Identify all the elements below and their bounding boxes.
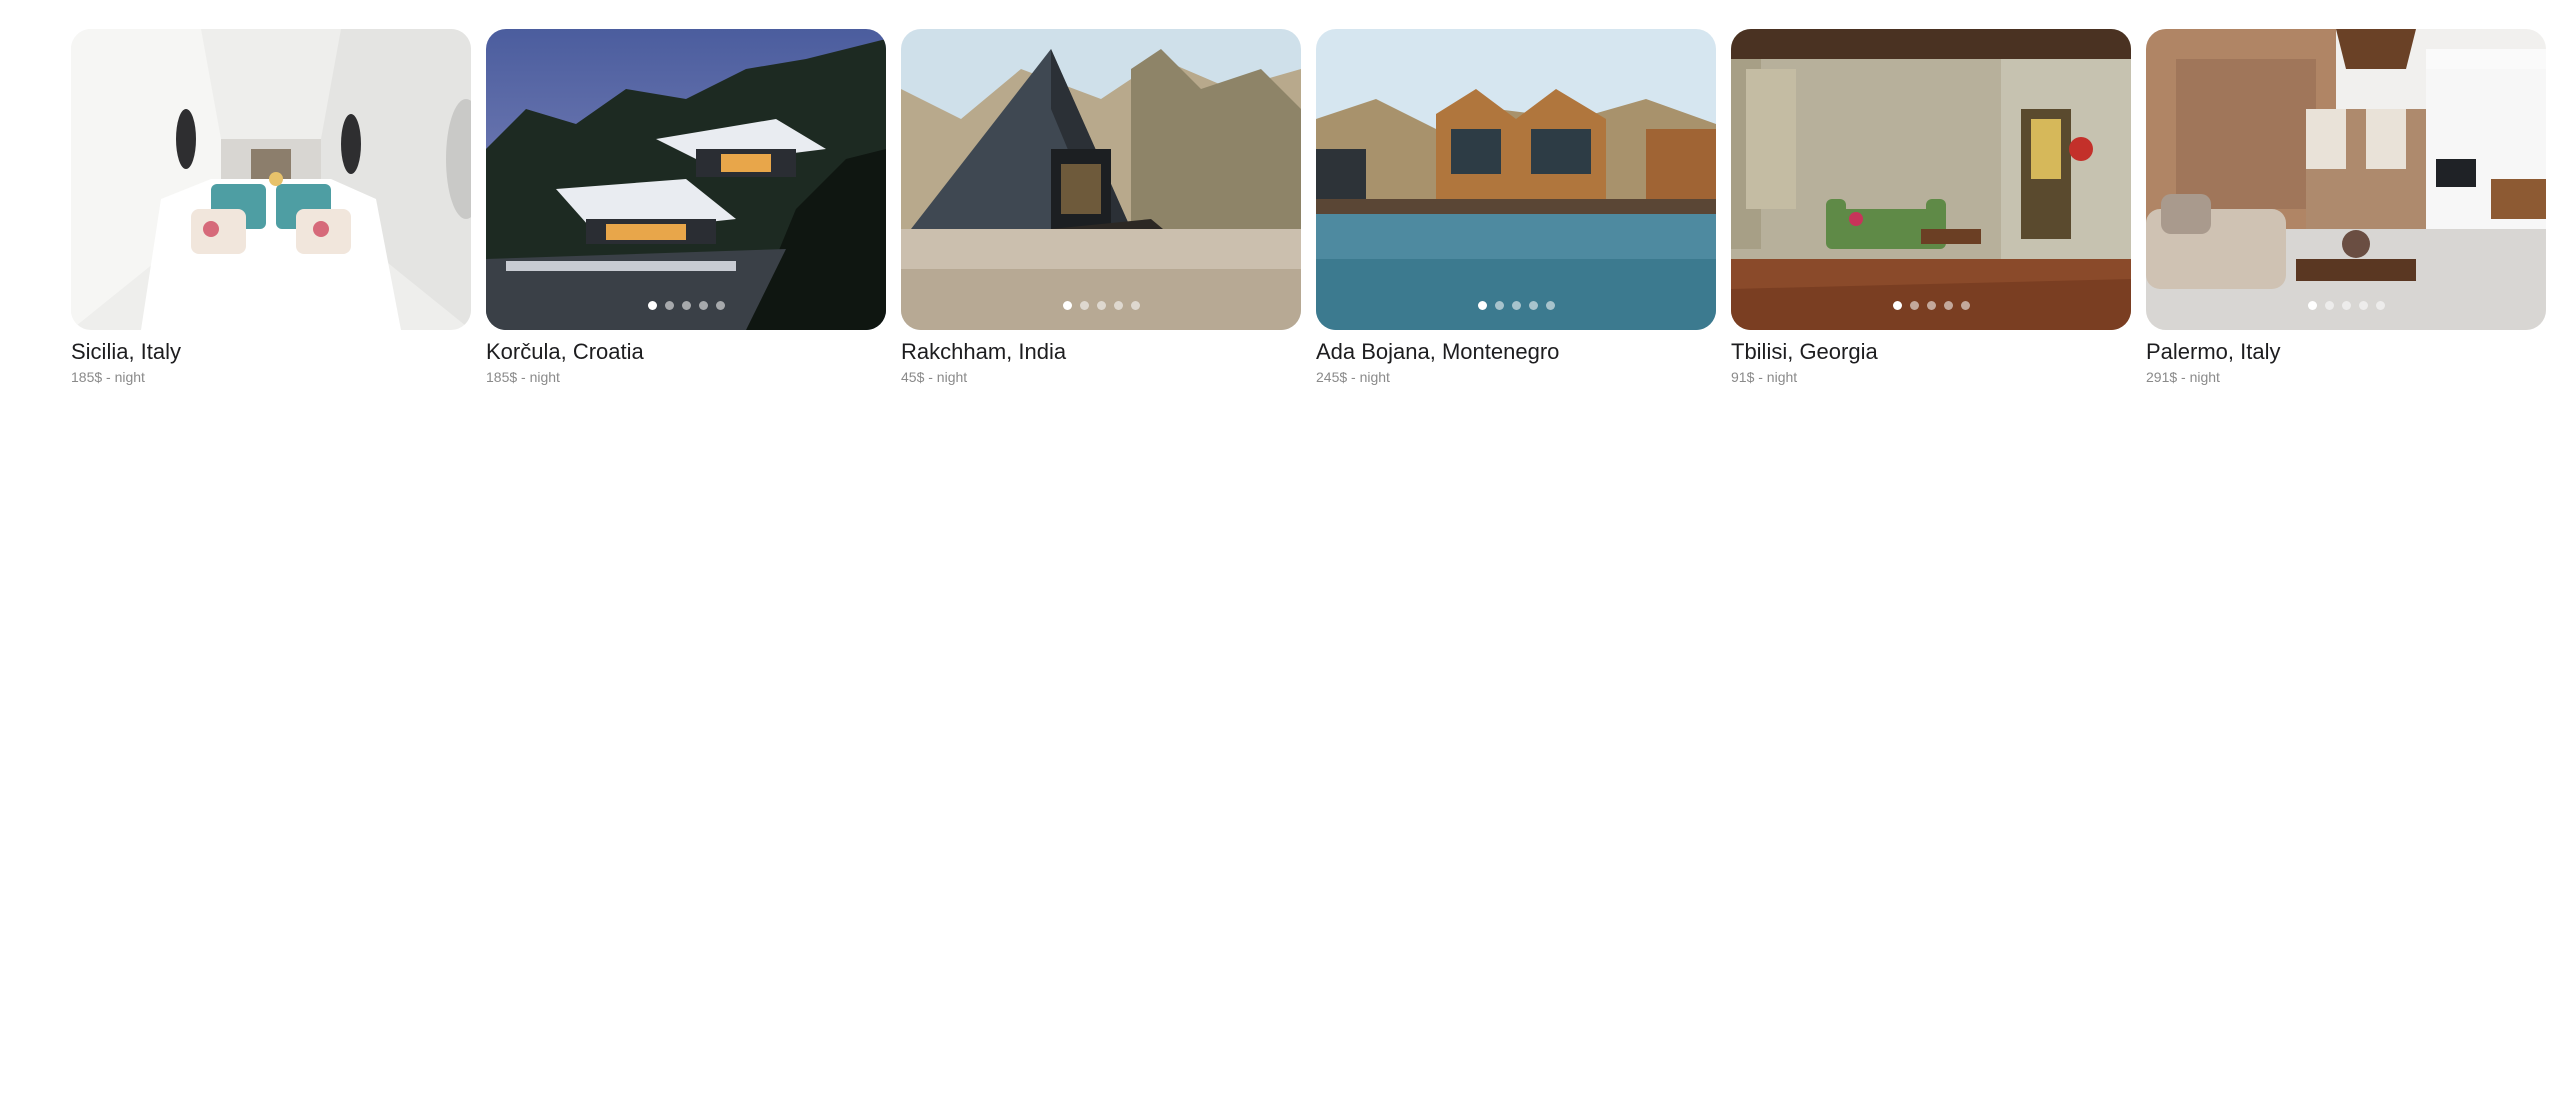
- listing-price: 185$ - night: [71, 369, 145, 385]
- carousel-dot[interactable]: [283, 301, 293, 310]
- river-bungalows-photo: [1316, 29, 1716, 330]
- listing-price: 45$ - night: [901, 369, 968, 385]
- listing-photo[interactable]: [71, 29, 471, 330]
- carousel-dot[interactable]: [698, 301, 708, 310]
- carousel-dots: [901, 301, 1301, 310]
- carousel-dot[interactable]: [1943, 301, 1953, 310]
- listing-title[interactable]: Korčula, Croatia: [486, 339, 886, 365]
- modern-cliff-villa-photo: [486, 29, 886, 330]
- carousel-dot[interactable]: [715, 301, 725, 310]
- carousel-dot[interactable]: [1494, 301, 1504, 310]
- listing-price: 91$ - night: [1731, 369, 1798, 385]
- carousel-dot[interactable]: [2341, 301, 2351, 310]
- listing-title[interactable]: Sicilia, Italy: [71, 339, 471, 365]
- carousel-dot[interactable]: [2358, 301, 2368, 310]
- listing-price: 185$ - night: [486, 369, 560, 385]
- carousel-dots: [1731, 301, 2131, 310]
- carousel-dot[interactable]: [232, 301, 242, 310]
- carousel-dot[interactable]: [1511, 301, 1521, 310]
- listing-photo[interactable]: [2146, 29, 2546, 330]
- listing-title[interactable]: Tbilisi, Georgia: [1731, 339, 2131, 365]
- vintage-living-room-photo: [1731, 29, 2131, 330]
- carousel-dot[interactable]: [1892, 301, 1902, 310]
- carousel-dot[interactable]: [1130, 301, 1140, 310]
- listing-photo[interactable]: [1316, 29, 1716, 330]
- listing-card[interactable]: Korčula, Croatia 185$ - night: [486, 29, 886, 386]
- carousel-dot[interactable]: [1113, 301, 1123, 310]
- listing-photo[interactable]: [1731, 29, 2131, 330]
- listing-photo[interactable]: [486, 29, 886, 330]
- carousel-dot[interactable]: [1926, 301, 1936, 310]
- carousel-dot[interactable]: [2307, 301, 2317, 310]
- white-capsule-bedroom-photo: [71, 29, 471, 330]
- carousel-dot[interactable]: [1096, 301, 1106, 310]
- listing-card[interactable]: Palermo, Italy 291$ - night: [2146, 29, 2546, 386]
- listing-title[interactable]: Rakchham, India: [901, 339, 1301, 365]
- carousel-dot[interactable]: [664, 301, 674, 310]
- listing-price: 245$ - night: [1316, 369, 1390, 385]
- listings-row: Sicilia, Italy 185$ - night Korčula, Cro…: [71, 29, 2546, 386]
- listing-price: 291$ - night: [2146, 369, 2220, 385]
- listing-card[interactable]: Rakchham, India 45$ - night: [901, 29, 1301, 386]
- carousel-dot[interactable]: [1079, 301, 1089, 310]
- carousel-dot[interactable]: [1477, 301, 1487, 310]
- listing-title[interactable]: Palermo, Italy: [2146, 339, 2546, 365]
- carousel-dot[interactable]: [2375, 301, 2385, 310]
- listing-title[interactable]: Ada Bojana, Montenegro: [1316, 339, 1716, 365]
- carousel-dot[interactable]: [1960, 301, 1970, 310]
- carousel-dot[interactable]: [1545, 301, 1555, 310]
- carousel-dot[interactable]: [266, 301, 276, 310]
- carousel-dot[interactable]: [1528, 301, 1538, 310]
- a-frame-cabin-photo: [901, 29, 1301, 330]
- carousel-dots: [71, 301, 471, 310]
- carousel-dot[interactable]: [681, 301, 691, 310]
- listing-photo[interactable]: [901, 29, 1301, 330]
- carousel-dot[interactable]: [300, 301, 310, 310]
- listing-card[interactable]: Sicilia, Italy 185$ - night: [71, 29, 471, 386]
- carousel-dot[interactable]: [2324, 301, 2334, 310]
- carousel-dot[interactable]: [1909, 301, 1919, 310]
- carousel-dots: [2146, 301, 2546, 310]
- carousel-dot[interactable]: [647, 301, 657, 310]
- stone-wall-loft-photo: [2146, 29, 2546, 330]
- listing-card[interactable]: Tbilisi, Georgia 91$ - night: [1731, 29, 2131, 386]
- carousel-dot[interactable]: [249, 301, 259, 310]
- carousel-dot[interactable]: [1062, 301, 1072, 310]
- listing-card[interactable]: Ada Bojana, Montenegro 245$ - night: [1316, 29, 1716, 386]
- carousel-dots: [486, 301, 886, 310]
- carousel-dots: [1316, 301, 1716, 310]
